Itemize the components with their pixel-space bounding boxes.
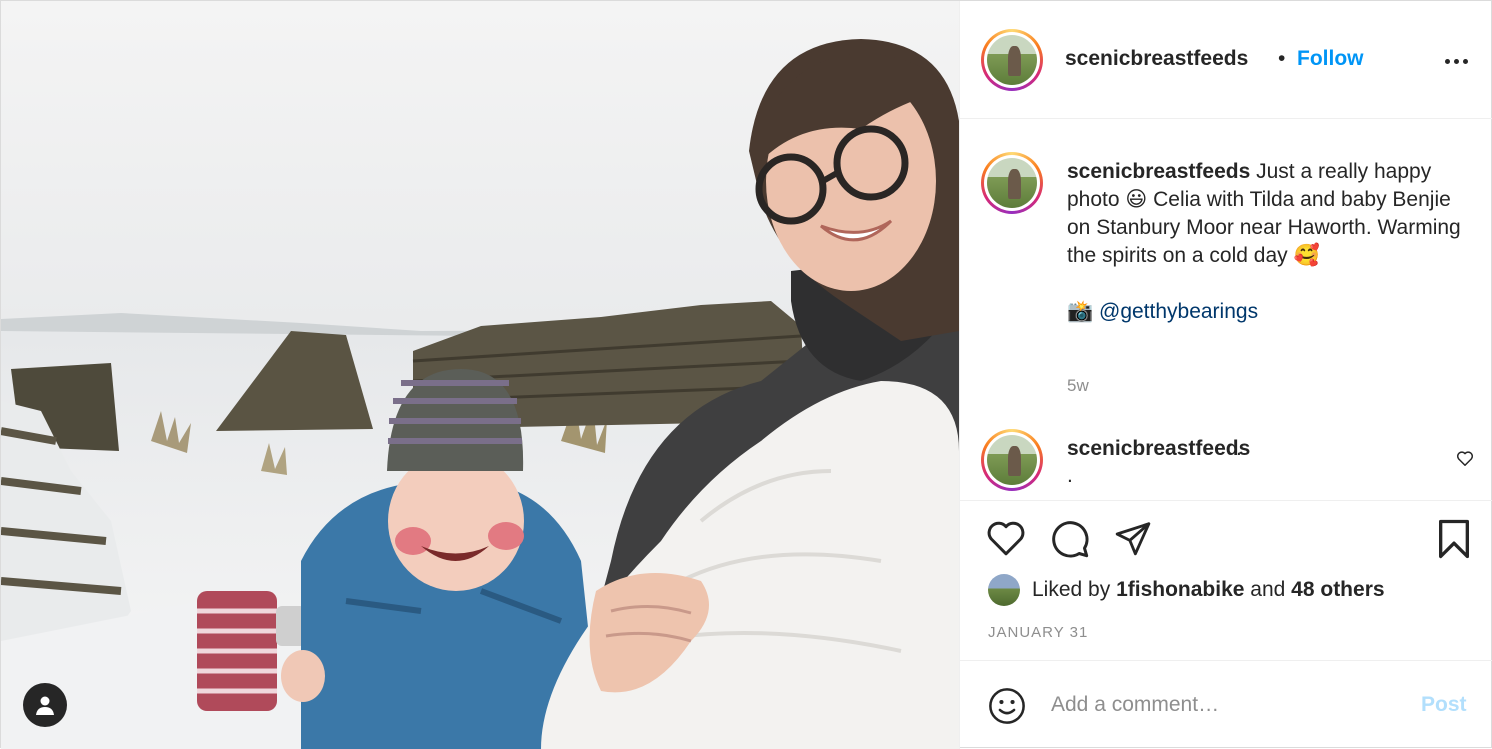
liker-avatar[interactable] bbox=[988, 574, 1020, 606]
comment-username[interactable]: scenicbreastfeeds bbox=[1067, 437, 1250, 461]
comment-input[interactable] bbox=[1051, 685, 1401, 725]
comment-bubble-icon[interactable] bbox=[1050, 519, 1090, 559]
caption-text: scenicbreastfeeds Just a really happy ph… bbox=[1067, 158, 1467, 326]
instagram-post: scenicbreastfeeds • Follow scenicbreastf… bbox=[0, 0, 1492, 749]
likes-summary: Liked by 1fishonabike and 48 others bbox=[988, 573, 1385, 607]
user-icon bbox=[36, 696, 54, 715]
header-username[interactable]: scenicbreastfeeds bbox=[1065, 47, 1248, 71]
camera-emoji: 📸 bbox=[1067, 300, 1094, 323]
action-bar: Liked by 1fishonabike and 48 others JANU… bbox=[960, 500, 1492, 660]
comment-avatar[interactable] bbox=[981, 429, 1043, 491]
likes-middle: and bbox=[1250, 578, 1286, 601]
separator-dot: • bbox=[1278, 47, 1286, 70]
comment-text-line2: . bbox=[1067, 464, 1073, 487]
liker-username[interactable]: 1fishonabike bbox=[1116, 578, 1244, 602]
likes-prefix: Liked by bbox=[1032, 578, 1111, 601]
tagged-users-button[interactable] bbox=[23, 683, 67, 727]
emoji-smiley-icon[interactable] bbox=[988, 687, 1026, 725]
comment-text: . bbox=[1236, 437, 1242, 460]
comments-section: scenicbreastfeeds Just a really happy ph… bbox=[960, 120, 1492, 500]
mention-link[interactable]: @getthybearings bbox=[1099, 300, 1258, 323]
comment-like-heart-icon[interactable] bbox=[1456, 450, 1474, 467]
follow-button[interactable]: Follow bbox=[1297, 47, 1364, 71]
add-comment-bar: Post bbox=[960, 660, 1492, 749]
caption-timestamp[interactable]: 5w bbox=[1067, 376, 1089, 396]
post-header: scenicbreastfeeds • Follow bbox=[960, 1, 1492, 119]
post-photo[interactable] bbox=[1, 1, 959, 749]
save-bookmark-icon[interactable] bbox=[1436, 519, 1472, 559]
caption-username[interactable]: scenicbreastfeeds bbox=[1067, 160, 1250, 183]
photo-scene bbox=[1, 1, 959, 749]
post-date[interactable]: JANUARY 31 bbox=[988, 624, 1088, 641]
likes-others-link[interactable]: 48 others bbox=[1291, 578, 1384, 602]
post-sidebar: scenicbreastfeeds • Follow scenicbreastf… bbox=[959, 1, 1492, 749]
caption-avatar[interactable] bbox=[981, 152, 1043, 214]
like-heart-icon[interactable] bbox=[986, 519, 1026, 557]
avatar[interactable] bbox=[981, 29, 1043, 91]
post-comment-button[interactable]: Post bbox=[1421, 693, 1467, 717]
more-options-icon[interactable] bbox=[1444, 57, 1470, 67]
share-paper-plane-icon[interactable] bbox=[1113, 519, 1153, 557]
